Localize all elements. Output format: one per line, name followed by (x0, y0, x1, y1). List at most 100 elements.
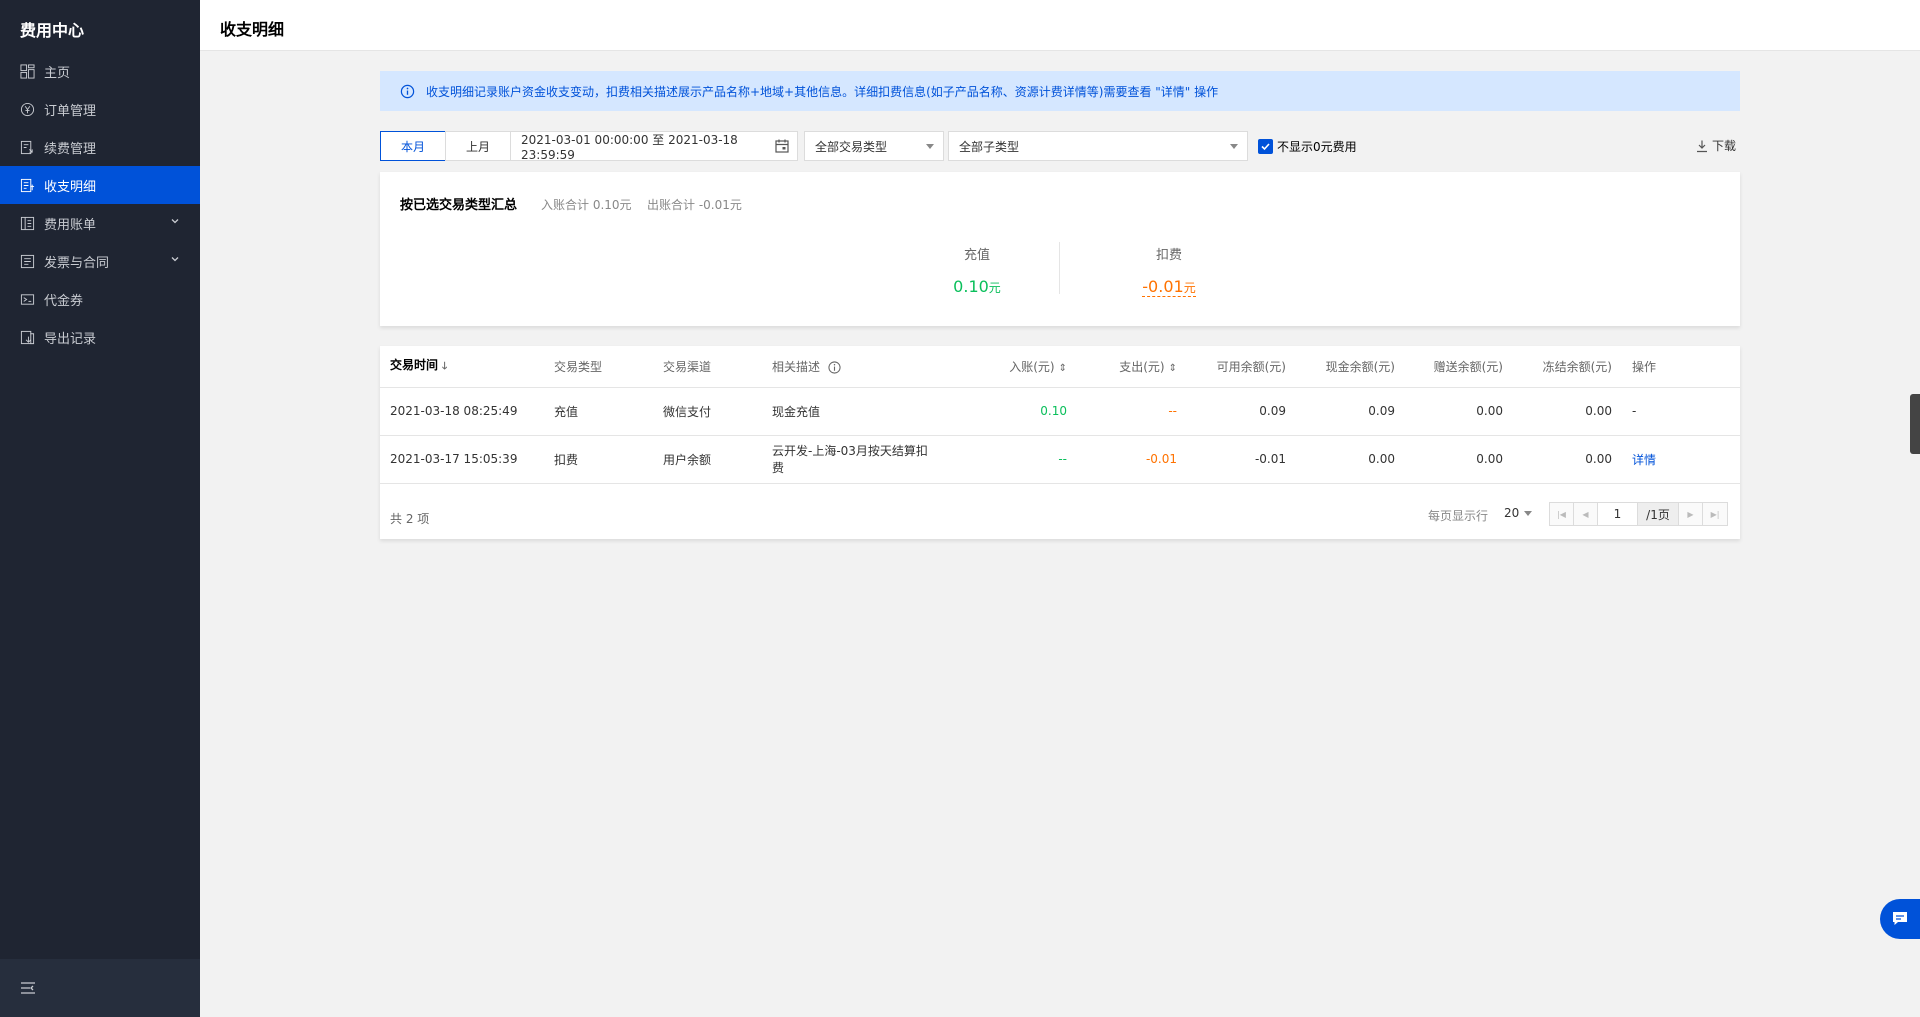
per-page-value: 20 (1504, 506, 1520, 520)
sidebar-item-orders[interactable]: 订单管理 (0, 90, 200, 128)
column-header-type: 交易类型 (544, 346, 653, 388)
info-notice: 收支明细记录账户资金收支变动，扣费相关描述展示产品名称+地域+其他信息。详细扣费… (380, 71, 1740, 111)
invoice-icon (20, 254, 35, 269)
cell-income: 0.10 (942, 387, 1077, 436)
main-content: 收支明细记录账户资金收支变动，扣费相关描述展示产品名称+地域+其他信息。详细扣费… (380, 71, 1740, 539)
yen-circle-icon (20, 102, 35, 117)
caret-down-icon (926, 144, 934, 149)
sidebar-item-label: 订单管理 (44, 103, 97, 119)
calendar-icon (775, 139, 789, 153)
date-range-picker[interactable]: 2021-03-01 00:00:00 至 2021-03-18 23:59:5… (510, 131, 798, 162)
sidebar-item-home[interactable]: 主页 (0, 52, 200, 90)
total-count: 共 2 项 (390, 512, 430, 526)
cell-expense: -0.01 (1077, 435, 1187, 484)
next-page-button[interactable]: ▶ (1679, 503, 1703, 525)
recharge-value-wrap: 0.10元 (917, 277, 1037, 296)
summary-title: 按已选交易类型汇总 (400, 198, 518, 213)
income-total: 入账合计 0.10元 (541, 198, 632, 212)
cell-description: 云开发-上海-03月按天结算扣费 (762, 435, 942, 484)
deduct-label: 扣费 (1155, 248, 1182, 263)
details-link[interactable]: 详情 (1622, 435, 1740, 484)
column-header-frozen-balance: 冻结余额(元) (1513, 346, 1622, 388)
column-header-label: 交易时间 (390, 358, 439, 373)
page-navigator: |◀ ◀ 1 /1页 ▶ ▶| (1549, 502, 1728, 526)
first-page-button[interactable]: |◀ (1550, 503, 1574, 525)
hide-zero-label: 不显示0元费用 (1277, 140, 1357, 154)
sidebar-item-renewal[interactable]: 续费管理 (0, 128, 200, 166)
page-title: 收支明细 (220, 20, 285, 39)
trade-type-select[interactable]: 全部交易类型 (804, 131, 944, 161)
hide-zero-checkbox[interactable]: 不显示0元费用 (1258, 138, 1357, 155)
sidebar-item-label: 续费管理 (44, 141, 97, 157)
sidebar-item-invoices[interactable]: 发票与合同 (0, 242, 200, 280)
chevron-down-icon (171, 257, 179, 262)
column-header-income[interactable]: 入账(元) ⇕ (942, 346, 1077, 388)
pagination: 共 2 项 每页显示行 20 |◀ ◀ 1 /1页 ▶ ▶| (380, 492, 1740, 539)
cell-available-balance: -0.01 (1187, 435, 1296, 484)
page-input[interactable]: 1 (1598, 503, 1638, 525)
deduct-value: -0.01 (1142, 277, 1184, 296)
sort-icon: ⇕ (1058, 362, 1067, 374)
cell-description: 现金充值 (762, 387, 942, 436)
sidebar-item-label: 代金券 (44, 293, 84, 309)
column-header-label: 支出(元) (1119, 359, 1165, 374)
brand-title: 费用中心 (20, 21, 85, 40)
ledger-icon (20, 178, 35, 193)
last-month-button[interactable]: 上月 (445, 131, 511, 161)
chat-button[interactable] (1880, 899, 1920, 939)
page-header: 收支明细 (200, 0, 1920, 51)
stat-divider (1059, 242, 1060, 294)
sidebar-item-label: 费用账单 (44, 217, 97, 233)
sidebar-item-label: 发票与合同 (44, 255, 110, 271)
per-page-label: 每页显示行 (1428, 509, 1489, 523)
cell-type: 扣费 (544, 435, 653, 484)
sidebar-item-transactions[interactable]: 收支明细 (0, 166, 200, 204)
sidebar-item-exports[interactable]: 导出记录 (0, 318, 200, 356)
deduct-value-link[interactable]: -0.01元 (1142, 277, 1196, 297)
table-row: 2021-03-17 15:05:39 扣费 用户余额 云开发-上海-03月按天… (380, 435, 1740, 484)
expense-total: 出账合计 -0.01元 (647, 198, 742, 212)
sidebar-item-bills[interactable]: 费用账单 (0, 204, 200, 242)
side-panel-handle[interactable] (1910, 394, 1920, 454)
cell-channel: 用户余额 (653, 435, 762, 484)
cell-channel: 微信支付 (653, 387, 762, 436)
column-header-expense[interactable]: 支出(元) ⇕ (1077, 346, 1187, 388)
cell-gift-balance: 0.00 (1405, 435, 1513, 484)
column-header-label: 入账(元) (1009, 359, 1055, 374)
sub-type-select[interactable]: 全部子类型 (948, 131, 1248, 161)
sidebar-collapse-button[interactable] (0, 959, 200, 1017)
prev-page-button[interactable]: ◀ (1574, 503, 1598, 525)
cell-action: - (1622, 387, 1740, 436)
collapse-menu-icon (21, 982, 35, 994)
cell-frozen-balance: 0.00 (1513, 435, 1622, 484)
column-header-time[interactable]: 交易时间 🡓 (380, 346, 544, 388)
column-header-description: 相关描述 (762, 346, 942, 388)
per-page-select[interactable]: 20 (1504, 506, 1533, 520)
last-page-button[interactable]: ▶| (1703, 503, 1727, 525)
sidebar-item-label: 导出记录 (44, 331, 97, 347)
table-row: 2021-03-18 08:25:49 充值 微信支付 现金充值 0.10 --… (380, 387, 1740, 436)
download-label: 下载 (1711, 139, 1736, 153)
chat-icon (1893, 912, 1907, 925)
column-header-cash-balance: 现金余额(元) (1296, 346, 1405, 388)
bill-icon (20, 216, 35, 231)
deduct-value-wrap[interactable]: -0.01元 (1109, 277, 1229, 297)
sidebar-item-label: 主页 (44, 65, 71, 81)
this-month-button[interactable]: 本月 (380, 131, 446, 161)
cell-income: -- (942, 435, 1077, 484)
download-button[interactable]: 下载 (1695, 137, 1736, 154)
grid-icon (20, 63, 35, 79)
export-icon (20, 330, 35, 345)
cell-frozen-balance: 0.00 (1513, 387, 1622, 436)
cell-gift-balance: 0.00 (1405, 387, 1513, 436)
cell-cash-balance: 0.00 (1296, 435, 1405, 484)
info-icon[interactable] (828, 361, 841, 374)
sidebar-item-vouchers[interactable]: 代金券 (0, 280, 200, 318)
caret-down-icon (1524, 510, 1533, 516)
trade-type-value: 全部交易类型 (815, 139, 888, 154)
download-icon (1696, 140, 1707, 152)
sort-icon: ⇕ (1168, 362, 1177, 374)
column-header-gift-balance: 赠送余额(元) (1405, 346, 1513, 388)
deduct-unit: 元 (1183, 281, 1196, 295)
renew-icon (20, 140, 35, 155)
